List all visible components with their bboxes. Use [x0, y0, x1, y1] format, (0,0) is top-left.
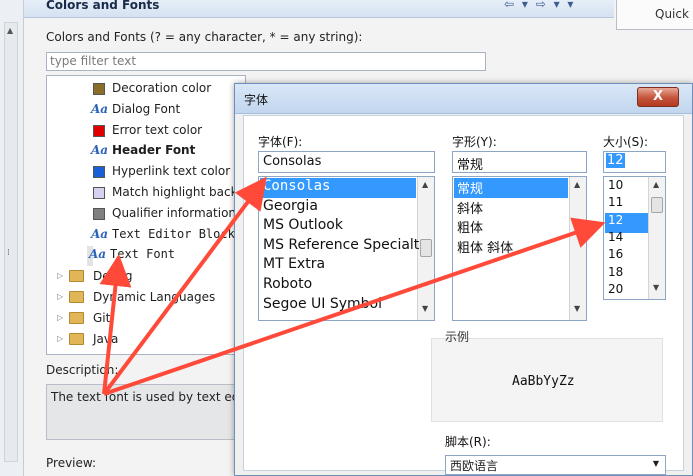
script-select[interactable]: 西欧语言 ▼: [445, 455, 666, 475]
scroll-up-icon[interactable]: ▲: [653, 180, 659, 189]
description-box: The text font is used by text ed: [46, 384, 241, 440]
font-list-scrollbar[interactable]: ▲ ▼: [417, 177, 434, 320]
quick-access-text: Quick: [655, 7, 689, 21]
style-list-scrollbar[interactable]: ▲ ▼: [569, 177, 586, 320]
list-item[interactable]: Georgia: [260, 198, 416, 218]
folder-icon: [69, 291, 84, 303]
color-swatch-icon: [93, 207, 105, 220]
scroll-down-icon[interactable]: ▼: [574, 304, 580, 313]
expand-icon[interactable]: ▷: [57, 271, 63, 280]
chevron-down-icon[interactable]: ▼: [653, 459, 659, 468]
tree-item-label: Text Font: [110, 247, 176, 262]
tree-item-label: Header Font: [112, 143, 196, 158]
font-icon: Aa: [91, 226, 109, 241]
style-list[interactable]: ▲ ▼ 常规 斜体 粗体 粗体 斜体: [452, 176, 587, 321]
style-input[interactable]: 常规: [452, 151, 587, 173]
size-list[interactable]: ▲ ▼ 10 11 12 14 16 18 20: [603, 176, 666, 300]
font-list[interactable]: ▲ ▼ Consolas Georgia MS Outlook MS Referenc…: [258, 176, 435, 321]
script-label: 脚本(R):: [445, 435, 491, 449]
splitter-grip-icon[interactable]: ⁞: [7, 248, 10, 258]
expand-icon[interactable]: ▷: [57, 292, 63, 301]
folder-icon: [69, 333, 84, 345]
color-swatch-icon: [93, 187, 105, 199]
size-list-scrollbar[interactable]: ▲ ▼: [648, 177, 665, 299]
colors-fonts-tree[interactable]: Decoration color Aa Dialog Font Error text …: [46, 75, 246, 355]
scroll-down-icon[interactable]: ▼: [653, 283, 659, 292]
tree-category-label: Dynamic Languages: [93, 290, 216, 304]
scroll-up-icon[interactable]: ▲: [422, 180, 428, 189]
left-scrollbar[interactable]: [4, 22, 18, 462]
list-item[interactable]: MT Extra: [260, 256, 416, 276]
description-label: Description:: [46, 363, 119, 377]
quick-access-field[interactable]: Quick: [616, 0, 693, 30]
dialog-titlebar[interactable]: 字体 X: [235, 84, 692, 114]
tree-category-label: Git: [93, 311, 111, 325]
tree-category-label: Debug: [93, 269, 133, 283]
font-input[interactable]: Consolas: [258, 151, 435, 173]
sample-text: AaBbYyZz: [512, 374, 575, 389]
expand-icon[interactable]: ▷: [57, 334, 63, 343]
list-item[interactable]: Roboto: [260, 276, 416, 296]
list-item[interactable]: MS Outlook: [260, 217, 416, 237]
font-label: 字体(F):: [258, 135, 303, 149]
list-item[interactable]: 20: [605, 282, 648, 299]
style-label: 字形(Y):: [452, 135, 497, 149]
preview-label: Preview:: [46, 456, 97, 470]
tree-item-label: Error text color: [112, 122, 203, 137]
filter-label: Colors and Fonts (? = any character, * =…: [46, 30, 363, 44]
scroll-up-icon[interactable]: ▲: [574, 180, 580, 189]
font-icon: Aa: [89, 247, 107, 262]
expand-icon[interactable]: ▷: [57, 313, 63, 322]
folder-icon: [69, 270, 84, 282]
script-select-value: 西欧语言: [450, 459, 499, 473]
description-text: The text font is used by text ed: [51, 390, 240, 404]
scroll-down-icon[interactable]: ▼: [422, 304, 428, 313]
page-header: Colors and Fonts ⇦ ▾ ⇨ ▾ ▾: [24, 0, 614, 18]
size-label: 大小(S):: [603, 135, 649, 149]
list-item[interactable]: 粗体 斜体: [454, 237, 568, 257]
scroll-up-icon[interactable]: ▲: [7, 26, 13, 35]
dialog-title: 字体: [244, 93, 269, 107]
size-input-value: 12: [606, 153, 625, 168]
color-swatch-icon: [93, 166, 105, 179]
tree-item-label: Text Editor Block: [112, 226, 235, 241]
history-nav-icons[interactable]: ⇦ ▾ ⇨ ▾ ▾: [504, 0, 575, 11]
tree-category-label: Java: [93, 332, 119, 346]
scroll-thumb[interactable]: [651, 197, 663, 213]
left-pane-edge: ▲ ⁞: [0, 0, 24, 476]
filter-input[interactable]: type filter text: [46, 52, 486, 71]
list-item[interactable]: 斜体: [454, 198, 568, 218]
font-icon: Aa: [91, 101, 109, 116]
list-item[interactable]: Consolas: [260, 178, 416, 198]
sample-label: 示例: [445, 330, 470, 344]
tree-item-label: Qualifier information: [112, 205, 237, 220]
tree-item[interactable]: Aa Text Font: [87, 246, 175, 267]
color-swatch-icon: [93, 124, 105, 137]
tree-item-label: Dialog Font: [112, 101, 181, 116]
list-item[interactable]: Segoe UI Symbol: [260, 296, 416, 316]
color-swatch-icon: [93, 83, 105, 95]
font-icon: Aa: [91, 143, 109, 158]
tree-item-label: Match highlight back: [112, 185, 238, 199]
list-item[interactable]: 粗体: [454, 217, 568, 237]
size-input[interactable]: 12: [603, 151, 666, 173]
list-item[interactable]: 常规: [454, 178, 568, 198]
list-item[interactable]: MS Reference Specialt: [260, 237, 419, 257]
font-dialog: 字体 X 字体(F): Consolas ▲ ▼ Consolas Georgia…: [234, 83, 693, 476]
tree-item-label: Hyperlink text color: [112, 164, 231, 179]
folder-icon: [69, 312, 84, 324]
page-title: Colors and Fonts: [46, 0, 160, 12]
tree-item-label: Decoration color: [112, 81, 212, 95]
scroll-thumb[interactable]: [420, 239, 432, 257]
close-button[interactable]: X: [637, 87, 679, 107]
